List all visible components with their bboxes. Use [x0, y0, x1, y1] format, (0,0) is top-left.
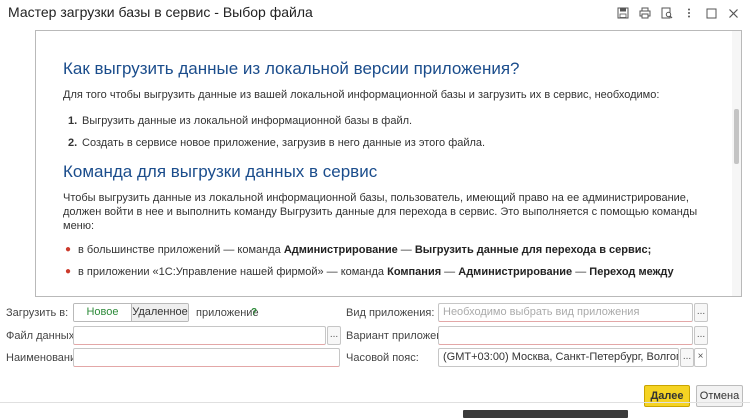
data-file-label: Файл данных: — [6, 330, 78, 342]
section-heading-command: Команда для выгрузки данных в сервис — [63, 162, 378, 181]
list-item: 2. Создать в сервисе новое приложение, за… — [63, 136, 703, 150]
section-heading-export: Как выгрузить данные из локальной версии… — [63, 59, 520, 78]
step-number: 1. — [68, 115, 78, 127]
wizard-window: Мастер загрузки базы в сервис - Выбор фа… — [0, 0, 750, 418]
menu-command: Администрирование — [458, 266, 573, 278]
help-text: Как выгрузить данные из локальной версии… — [63, 59, 703, 287]
step-text: Создать в сервисе новое приложение, загр… — [82, 137, 486, 149]
name-field[interactable] — [73, 348, 340, 367]
save-icon[interactable] — [612, 4, 634, 22]
option-remote[interactable]: Удаленное — [132, 304, 188, 321]
steps-list: 1. Выгрузить данные из локальной информац… — [63, 114, 703, 150]
cancel-button[interactable]: Отмена — [696, 385, 743, 407]
separator: — — [397, 244, 415, 256]
app-type-label: Вид приложения: — [346, 307, 435, 319]
commands-list: ● в большинстве приложений — команда Адм… — [63, 243, 703, 279]
scrollbar-thumb[interactable] — [734, 109, 739, 164]
data-file-browse-button[interactable]: ... — [327, 326, 341, 345]
bullet-prefix: в большинстве приложений — команда — [78, 244, 284, 256]
window-title: Мастер загрузки базы в сервис - Выбор фа… — [8, 4, 313, 20]
timezone-select-button[interactable]: ... — [680, 348, 694, 367]
data-file-field[interactable] — [73, 326, 326, 345]
variant-field[interactable] — [438, 326, 693, 345]
command-paragraph: Чтобы выгрузить данные из локальной инфо… — [63, 191, 703, 233]
menu-command: Выгрузить данные для перехода в сервис; — [414, 244, 652, 256]
vertical-scrollbar[interactable] — [732, 31, 741, 296]
footer-divider — [0, 402, 750, 403]
separator: — — [572, 266, 590, 278]
list-item: ● в большинстве приложений — команда Адм… — [63, 243, 703, 257]
close-icon[interactable] — [722, 4, 744, 22]
bullet-text: в большинстве приложений — команда Админ… — [78, 243, 651, 257]
bullet-text: в приложении «1С:Управление нашей фирмой… — [78, 265, 674, 279]
variant-select-button[interactable]: ... — [694, 326, 708, 345]
timezone-clear-button[interactable]: × — [694, 348, 707, 367]
title-bar: Мастер загрузки базы в сервис - Выбор фа… — [0, 0, 750, 26]
list-item: ● в приложении «1С:Управление нашей фирм… — [63, 265, 703, 279]
help-icon[interactable]: ? — [251, 307, 257, 318]
timezone-label: Часовой пояс: — [346, 352, 419, 364]
bullet-icon: ● — [65, 266, 72, 277]
step-number: 2. — [68, 137, 78, 149]
menu-command: Компания — [387, 266, 442, 278]
print-icon[interactable] — [634, 4, 656, 22]
menu-command: Администрирование — [283, 244, 398, 256]
maximize-icon[interactable] — [700, 4, 722, 22]
step-text: Выгрузить данные из локальной информацио… — [82, 115, 413, 127]
command-paragraph-line-2: должен войти в нее и выполнить команду В… — [63, 206, 698, 232]
help-content-panel: Как выгрузить данные из локальной версии… — [35, 30, 742, 297]
load-target-toggle[interactable]: Новое Удаленное — [73, 303, 189, 322]
timezone-field[interactable]: (GMT+03:00) Москва, Санкт-Петербург, Вол… — [438, 348, 679, 367]
preview-icon[interactable] — [656, 4, 678, 22]
separator: — — [441, 266, 459, 278]
bullet-prefix: в приложении «1С:Управление нашей фирмой… — [78, 266, 388, 278]
app-suffix-label: приложение — [196, 307, 259, 319]
next-button[interactable]: Далее — [644, 385, 690, 407]
menu-command: Переход между — [589, 266, 674, 278]
list-item: 1. Выгрузить данные из локальной информац… — [63, 114, 703, 128]
app-type-select-button[interactable]: ... — [694, 303, 708, 322]
intro-paragraph: Для того чтобы выгрузить данные из вашей… — [63, 89, 660, 101]
bullet-icon: ● — [65, 244, 72, 255]
title-bar-actions — [612, 4, 744, 22]
app-type-field[interactable]: Необходимо выбрать вид приложения — [438, 303, 693, 322]
option-new[interactable]: Новое — [74, 304, 132, 321]
horizontal-scrollbar[interactable] — [463, 410, 628, 418]
more-icon[interactable] — [678, 4, 700, 22]
command-paragraph-line-1: Чтобы выгрузить данные из локальной инфо… — [63, 192, 689, 204]
load-to-label: Загрузить в: — [6, 307, 69, 319]
